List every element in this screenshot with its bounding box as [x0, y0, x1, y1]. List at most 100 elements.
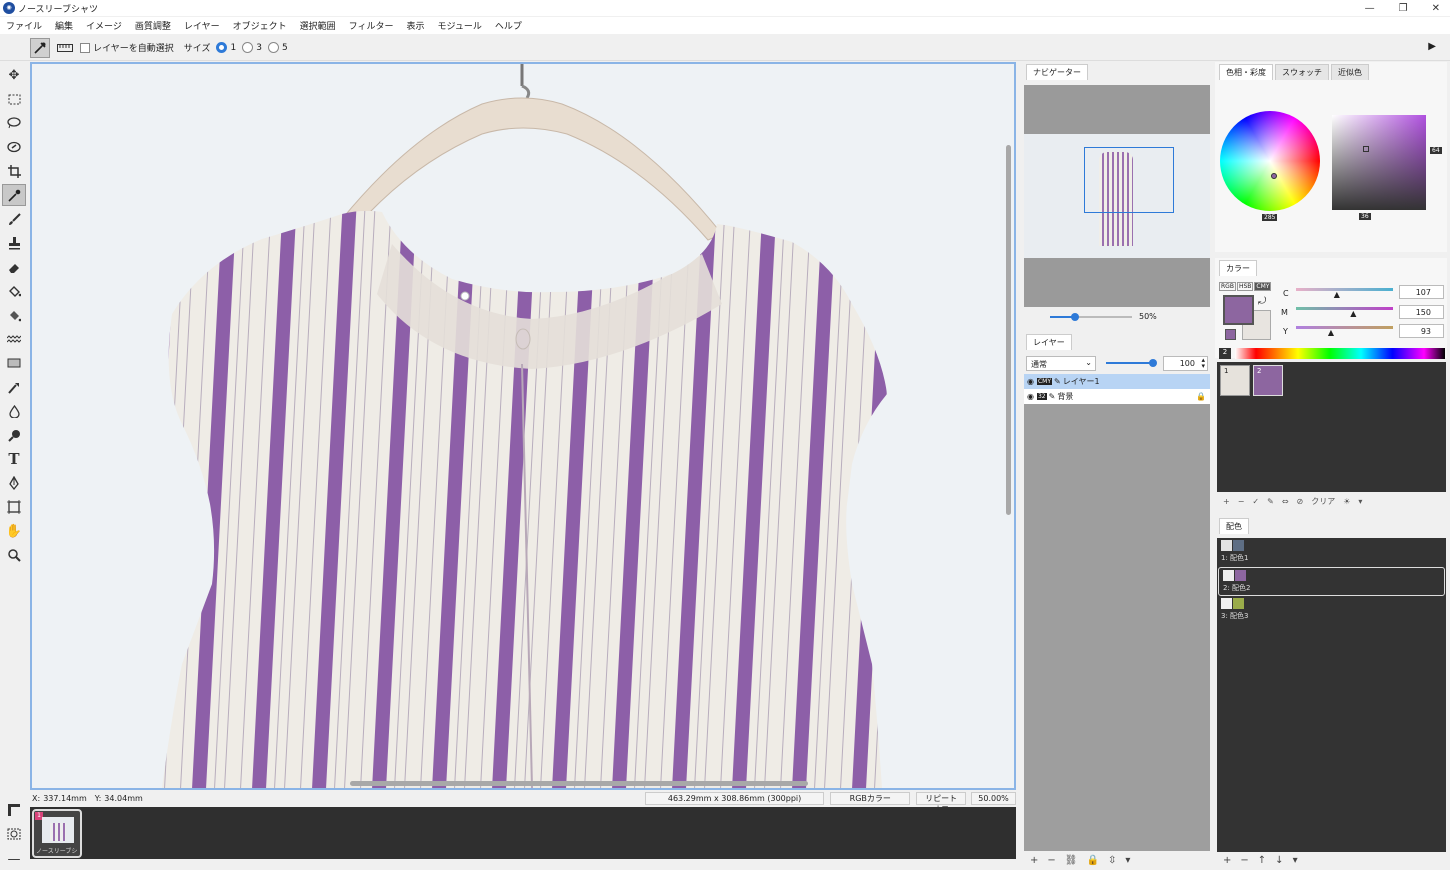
color-scheme-row-2[interactable]: 2: 配色2 [1218, 567, 1445, 596]
channel-m-input[interactable]: 150 [1399, 305, 1444, 319]
eyedropper-option-icon[interactable] [30, 37, 50, 58]
channel-c-knob[interactable]: ▲ [1334, 290, 1340, 299]
channel-y-knob[interactable]: ▲ [1328, 328, 1334, 337]
color-spectrum-bar[interactable] [1235, 348, 1445, 359]
menu-selection[interactable]: 選択範囲 [300, 19, 336, 32]
lock-layer-icon[interactable]: 🔒 [1086, 855, 1098, 866]
document-canvas[interactable] [30, 62, 1016, 790]
color-mode[interactable]: RGBカラー [830, 792, 911, 805]
edit-icon[interactable]: ✎ [1267, 497, 1274, 506]
quick-mask-icon[interactable] [2, 823, 26, 845]
navigator-viewport-rect[interactable] [1084, 147, 1174, 213]
channel-c-input[interactable]: 107 [1399, 285, 1444, 299]
swatch-1[interactable]: 1 [1220, 365, 1250, 396]
tab-similar-colors[interactable]: 近似色 [1331, 64, 1369, 80]
brush-icon[interactable] [2, 208, 26, 230]
swap-icon[interactable]: ⇔ [1282, 497, 1289, 506]
menu-edit[interactable]: 編集 [55, 19, 73, 32]
mode-cmy[interactable]: CMY [1254, 282, 1272, 291]
size-radio-5[interactable] [267, 42, 279, 53]
blend-mode-select[interactable]: 通常 ⌄ [1026, 356, 1096, 371]
hand-icon[interactable]: ✋ [2, 520, 26, 542]
menu-filter[interactable]: フィルター [349, 19, 394, 32]
move-up-icon[interactable]: ↑ [1258, 855, 1266, 866]
menu-layer[interactable]: レイヤー [184, 19, 220, 32]
close-button[interactable]: ✕ [1432, 3, 1440, 14]
visibility-eye-icon[interactable]: ◉ [1027, 377, 1034, 386]
spinner-icon[interactable]: ▴ ▾ [1201, 357, 1205, 370]
color-scheme-row-1[interactable]: 1: 配色1 [1217, 538, 1446, 567]
tab-swatches[interactable]: スウォッチ [1275, 64, 1329, 80]
opacity-slider[interactable] [1106, 359, 1157, 367]
channel-y-input[interactable]: 93 [1399, 324, 1444, 338]
tab-layers[interactable]: レイヤー [1026, 334, 1072, 350]
mask-layer-icon[interactable]: ⇳ [1108, 855, 1116, 866]
panel-collapse-arrow-icon[interactable]: ▶ [1428, 41, 1436, 52]
restore-button[interactable]: ❐ [1399, 3, 1408, 14]
zoom-icon[interactable] [2, 544, 26, 566]
channel-m-slider[interactable] [1296, 307, 1393, 310]
stamp-icon[interactable] [2, 232, 26, 254]
shape-icon[interactable] [2, 352, 26, 374]
hue-wheel[interactable] [1220, 111, 1320, 211]
repeat-mode[interactable]: リピートオフ [916, 792, 967, 814]
scheme-menu-icon[interactable]: ▾ [1293, 855, 1298, 866]
brightness-icon[interactable]: ☀ [1343, 497, 1350, 506]
menu-image[interactable]: イメージ [86, 19, 122, 32]
layer-row-1[interactable]: ◉ CMY ✎ レイヤー1 [1024, 374, 1210, 389]
ruler-icon[interactable] [55, 38, 75, 58]
crop-icon[interactable] [2, 160, 26, 182]
size-radio-3[interactable] [242, 42, 254, 53]
gradient-bucket-icon[interactable] [2, 304, 26, 326]
remove-swatch-icon[interactable]: − [1238, 497, 1245, 506]
navigator-preview[interactable] [1024, 134, 1210, 258]
horizontal-scrollbar[interactable] [350, 781, 808, 786]
menu-module[interactable]: モジュール [437, 19, 481, 32]
vertical-scrollbar[interactable] [1006, 145, 1011, 515]
reset-colors-icon[interactable] [1225, 329, 1236, 340]
rect-select-icon[interactable] [2, 88, 26, 110]
swatch-menu-icon[interactable]: ▾ [1358, 497, 1362, 506]
ruler-toggle-icon[interactable] [2, 799, 26, 821]
lock-icon[interactable]: 🔒 [1196, 392, 1206, 401]
mode-rgb[interactable]: RGB [1219, 282, 1236, 291]
auto-select-checkbox[interactable] [80, 42, 90, 53]
layer-menu-icon[interactable]: ▾ [1125, 855, 1130, 866]
size-radio-1[interactable] [216, 42, 228, 53]
move-tool-icon[interactable]: ✥ [2, 64, 26, 86]
sv-picker-marker[interactable] [1363, 146, 1369, 152]
smudge-icon[interactable] [2, 376, 26, 398]
channel-m-knob[interactable]: ▲ [1350, 309, 1356, 318]
foreground-color-swatch[interactable] [1223, 295, 1254, 325]
check-icon[interactable]: ✓ [1252, 497, 1259, 506]
tab-color-scheme[interactable]: 配色 [1219, 518, 1249, 534]
channel-y-slider[interactable] [1296, 326, 1393, 329]
add-swatch-icon[interactable]: + [1223, 497, 1230, 506]
layer-row-background[interactable]: ◉ 32 ✎ 背景 🔒 [1024, 389, 1210, 404]
bucket-icon[interactable] [2, 280, 26, 302]
eraser-icon[interactable] [2, 256, 26, 278]
channel-c-slider[interactable] [1296, 288, 1393, 291]
transform-icon[interactable] [2, 496, 26, 518]
menu-view[interactable]: 表示 [406, 19, 424, 32]
move-down-icon[interactable]: ↓ [1275, 855, 1283, 866]
pen-icon[interactable] [2, 472, 26, 494]
color-scheme-row-3[interactable]: 3: 配色3 [1217, 596, 1446, 625]
auto-select-icon[interactable] [2, 136, 26, 158]
mode-hsb[interactable]: HSB [1236, 282, 1254, 291]
delete-layer-icon[interactable]: − [1047, 855, 1055, 866]
opacity-input[interactable]: 100 ▴ ▾ [1163, 356, 1208, 371]
tab-hue-saturation[interactable]: 色相・彩度 [1219, 64, 1273, 80]
navigator-zoom-track[interactable] [1050, 313, 1132, 321]
menu-help[interactable]: ヘルプ [495, 19, 522, 32]
clear-button[interactable]: クリア [1311, 496, 1335, 507]
menu-adjust[interactable]: 画質調整 [135, 19, 171, 32]
add-scheme-icon[interactable]: + [1223, 855, 1231, 866]
document-thumbnail[interactable]: 1 ノースリーブシ [32, 809, 82, 858]
no-color-icon[interactable]: ⊘ [1297, 497, 1304, 506]
lasso-icon[interactable] [2, 112, 26, 134]
blur-drop-icon[interactable] [2, 400, 26, 422]
hue-picker-marker[interactable] [1271, 173, 1277, 179]
add-layer-icon[interactable]: + [1030, 855, 1038, 866]
visibility-eye-icon[interactable]: ◉ [1027, 392, 1034, 401]
